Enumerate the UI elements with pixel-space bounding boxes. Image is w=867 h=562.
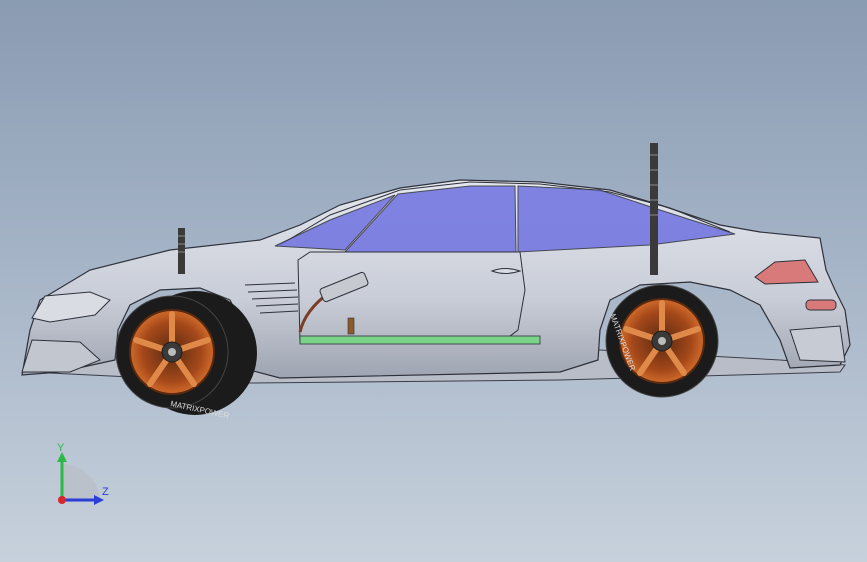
component-post [347, 317, 355, 335]
z-axis-label: Z [102, 486, 109, 498]
car-model[interactable]: MATRIXPOWER MATRIXPOWER [0, 0, 867, 562]
axis-triad: Y Z [40, 440, 120, 520]
rear-reflector [805, 299, 837, 311]
origin-marker [58, 496, 66, 504]
body-post-front [178, 228, 185, 274]
cad-viewport[interactable]: MATRIXPOWER MATRIXPOWER Y Z [0, 0, 867, 562]
chassis-board [299, 335, 541, 345]
front-wheel[interactable] [115, 291, 257, 415]
y-axis-label: Y [57, 442, 65, 454]
body-post-rear [650, 143, 658, 275]
